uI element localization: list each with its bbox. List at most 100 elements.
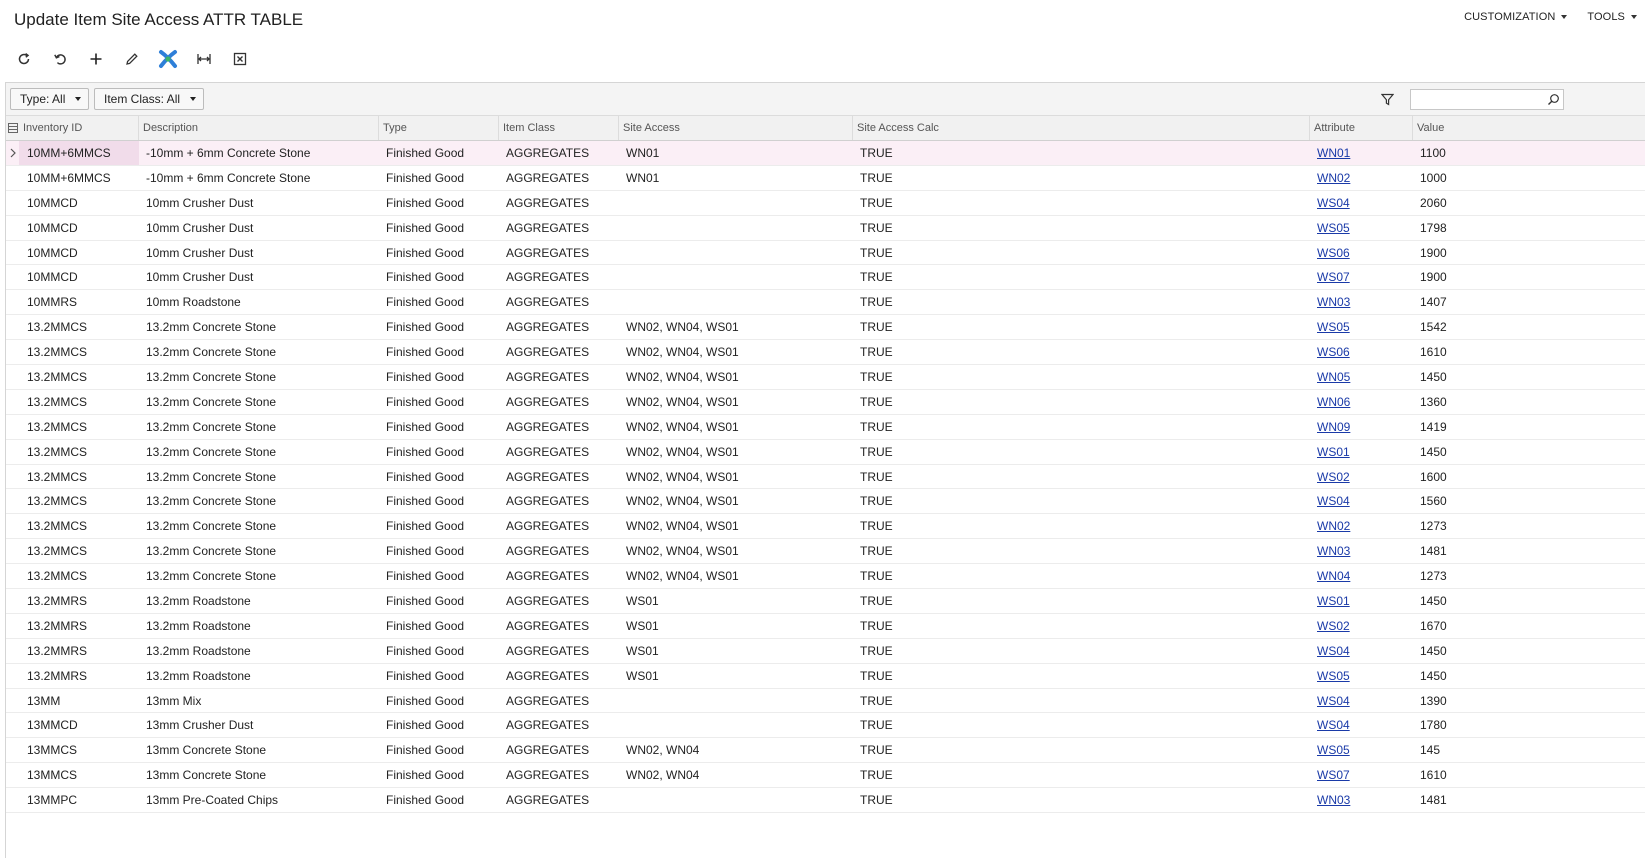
add-button[interactable] — [78, 44, 114, 74]
attribute-link[interactable]: WN09 — [1317, 420, 1350, 434]
column-header-item-class[interactable]: Item Class — [499, 116, 619, 140]
table-row[interactable]: 13.2MMCS 13.2mm Concrete Stone Finished Go… — [6, 340, 1645, 366]
attribute-link[interactable]: WS05 — [1317, 221, 1350, 235]
inventory-id-cell[interactable]: 13.2MMCS — [19, 315, 139, 339]
inventory-id-cell[interactable]: 13.2MMCS — [19, 465, 139, 489]
row-selector[interactable] — [6, 365, 19, 389]
inventory-id-cell[interactable]: 10MMCD — [19, 191, 139, 215]
attribute-link[interactable]: WN05 — [1317, 370, 1350, 384]
refresh-button[interactable] — [6, 44, 42, 74]
row-selector[interactable] — [6, 738, 19, 762]
attribute-link[interactable]: WS01 — [1317, 594, 1350, 608]
row-selector[interactable] — [6, 489, 19, 513]
attribute-link[interactable]: WS01 — [1317, 445, 1350, 459]
attribute-link[interactable]: WS06 — [1317, 246, 1350, 260]
search-input[interactable] — [1411, 90, 1541, 109]
attribute-link[interactable]: WN01 — [1317, 146, 1350, 160]
table-row[interactable]: 13.2MMCS 13.2mm Concrete Stone Finished Go… — [6, 365, 1645, 390]
item-class-filter[interactable]: Item Class: All — [94, 88, 205, 110]
column-header-inventory-id[interactable]: Inventory ID — [19, 116, 139, 140]
row-selector[interactable] — [6, 514, 19, 538]
table-row[interactable]: 13MMPC 13mm Pre-Coated Chips Finished Good… — [6, 788, 1645, 814]
table-row[interactable]: 13MMCD 13mm Crusher Dust Finished Good AGGR… — [6, 713, 1645, 739]
row-selector[interactable] — [6, 689, 19, 713]
attribute-link[interactable]: WS02 — [1317, 619, 1350, 633]
column-header-site-access[interactable]: Site Access — [619, 116, 853, 140]
inventory-id-cell[interactable]: 13.2MMRS — [19, 589, 139, 613]
tools-menu[interactable]: TOOLS — [1575, 11, 1645, 23]
attribute-link[interactable]: WS07 — [1317, 768, 1350, 782]
inventory-id-cell[interactable]: 10MMCD — [19, 241, 139, 265]
table-row[interactable]: 13.2MMCS 13.2mm Concrete Stone Finished Go… — [6, 415, 1645, 440]
table-row[interactable]: 13.2MMCS 13.2mm Concrete Stone Finished Go… — [6, 390, 1645, 415]
attribute-link[interactable]: WS05 — [1317, 743, 1350, 757]
table-row[interactable]: 13.2MMRS 13.2mm Roadstone Finished Good AGG… — [6, 664, 1645, 689]
row-selector[interactable] — [6, 763, 19, 787]
inventory-id-cell[interactable]: 13.2MMCS — [19, 489, 139, 513]
table-row[interactable]: 13MM 13mm Mix Finished Good AGGREGATES TRUE W… — [6, 689, 1645, 714]
inventory-id-cell[interactable]: 13.2MMRS — [19, 614, 139, 638]
search-icon[interactable] — [1547, 93, 1560, 106]
row-selector[interactable] — [6, 290, 19, 314]
table-row[interactable]: 13MMCS 13mm Concrete Stone Finished Good AG… — [6, 738, 1645, 764]
inventory-id-cell[interactable]: 10MM+6MMCS — [19, 141, 139, 165]
attribute-link[interactable]: WN06 — [1317, 395, 1350, 409]
row-selector[interactable] — [6, 639, 19, 663]
inventory-id-cell[interactable]: 13MMCD — [19, 713, 139, 737]
edit-button[interactable] — [114, 44, 150, 74]
table-row[interactable]: 13.2MMCS 13.2mm Concrete Stone Finished Go… — [6, 440, 1645, 465]
attribute-link[interactable]: WS02 — [1317, 470, 1350, 484]
inventory-id-cell[interactable]: 13.2MMCS — [19, 564, 139, 588]
row-selector[interactable] — [6, 241, 19, 265]
row-selector[interactable] — [6, 415, 19, 439]
row-selector[interactable] — [6, 191, 19, 215]
attribute-link[interactable]: WN04 — [1317, 569, 1350, 583]
inventory-id-cell[interactable]: 13MMCS — [19, 763, 139, 787]
row-selector[interactable] — [6, 564, 19, 588]
table-row[interactable]: 13.2MMCS 13.2mm Concrete Stone Finished Go… — [6, 514, 1645, 540]
row-selector[interactable] — [6, 340, 19, 364]
inventory-id-cell[interactable]: 10MM+6MMCS — [19, 166, 139, 190]
row-selector[interactable] — [6, 141, 19, 165]
table-row[interactable]: 10MM+6MMCS -10mm + 6mm Concrete Stone Fini… — [6, 166, 1645, 191]
table-row[interactable]: 13MMCS 13mm Concrete Stone Finished Good AG… — [6, 763, 1645, 789]
table-row[interactable]: 10MMRS 10mm Roadstone Finished Good AGGREGA… — [6, 290, 1645, 316]
filter-button[interactable] — [1369, 88, 1406, 110]
inventory-id-cell[interactable]: 13.2MMCS — [19, 514, 139, 538]
inventory-id-cell[interactable]: 13.2MMCS — [19, 440, 139, 464]
type-filter[interactable]: Type: All — [10, 88, 90, 110]
inventory-id-cell[interactable]: 10MMCD — [19, 216, 139, 240]
attribute-link[interactable]: WN03 — [1317, 793, 1350, 807]
inventory-id-cell[interactable]: 13.2MMRS — [19, 664, 139, 688]
inventory-id-cell[interactable]: 13.2MMCS — [19, 415, 139, 439]
row-selector[interactable] — [6, 539, 19, 563]
table-row[interactable]: 10MMCD 10mm Crusher Dust Finished Good AGGR… — [6, 191, 1645, 216]
row-selector[interactable] — [6, 614, 19, 638]
table-row[interactable]: 10MMCD 10mm Crusher Dust Finished Good AGGR… — [6, 216, 1645, 241]
inventory-id-cell[interactable]: 13.2MMCS — [19, 539, 139, 563]
export-excel-button[interactable] — [222, 44, 258, 74]
table-row[interactable]: 13.2MMRS 13.2mm Roadstone Finished Good AGG… — [6, 639, 1645, 664]
table-row[interactable]: 10MMCD 10mm Crusher Dust Finished Good AGGR… — [6, 265, 1645, 291]
inventory-id-cell[interactable]: 13MM — [19, 689, 139, 713]
row-selector[interactable] — [6, 315, 19, 339]
row-selector[interactable] — [6, 788, 19, 812]
integration-button[interactable] — [150, 44, 186, 74]
table-row[interactable]: 10MM+6MMCS -10mm + 6mm Concrete Stone Fini… — [6, 141, 1645, 166]
column-header-description[interactable]: Description — [139, 116, 379, 140]
customization-menu[interactable]: CUSTOMIZATION — [1452, 11, 1575, 23]
inventory-id-cell[interactable]: 13MMCS — [19, 738, 139, 762]
attribute-link[interactable]: WS07 — [1317, 270, 1350, 284]
table-row[interactable]: 10MMCD 10mm Crusher Dust Finished Good AGGR… — [6, 241, 1645, 266]
row-selector[interactable] — [6, 265, 19, 289]
attribute-link[interactable]: WS04 — [1317, 494, 1350, 508]
column-header-attribute[interactable]: Attribute — [1310, 116, 1413, 140]
table-row[interactable]: 13.2MMCS 13.2mm Concrete Stone Finished Go… — [6, 539, 1645, 565]
inventory-id-cell[interactable]: 13.2MMRS — [19, 639, 139, 663]
inventory-id-cell[interactable]: 13.2MMCS — [19, 365, 139, 389]
column-header-site-access-calc[interactable]: Site Access Calc — [853, 116, 1310, 140]
attribute-link[interactable]: WN02 — [1317, 171, 1350, 185]
inventory-id-cell[interactable]: 10MMCD — [19, 265, 139, 289]
table-row[interactable]: 13.2MMCS 13.2mm Concrete Stone Finished Go… — [6, 315, 1645, 341]
table-row[interactable]: 13.2MMCS 13.2mm Concrete Stone Finished Go… — [6, 489, 1645, 515]
